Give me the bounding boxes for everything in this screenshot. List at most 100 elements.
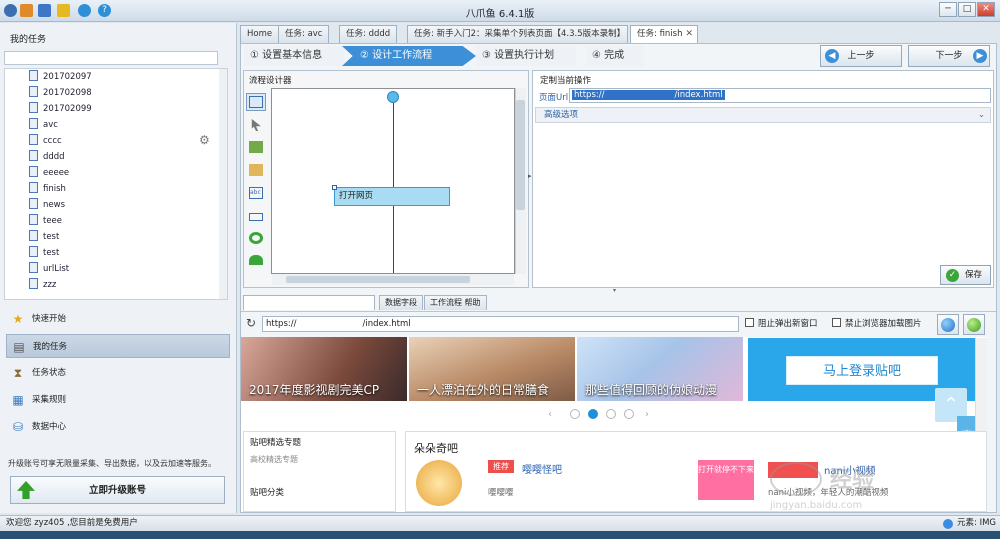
designer-title: 流程设计器 — [249, 76, 292, 86]
carousel-dot[interactable] — [606, 409, 616, 419]
edit-tool[interactable] — [246, 161, 266, 179]
tree-item[interactable]: teee — [29, 213, 62, 229]
tab-workflow-help[interactable]: 工作流程 帮助 — [424, 295, 487, 310]
tree-item[interactable]: test — [29, 245, 59, 261]
tree-item-label: zzz — [43, 280, 57, 290]
next-step-button[interactable]: 下一步 ▶ — [908, 45, 990, 67]
save-button[interactable]: ✓ 保存 — [940, 265, 991, 285]
step-finish[interactable]: ④ 完成 — [586, 46, 644, 66]
operation-panel-title: 定制当前操作 — [540, 76, 592, 86]
block-images-checkbox[interactable]: 禁止浏览器加载图片 — [832, 317, 922, 329]
scroll-thumb[interactable] — [516, 100, 525, 210]
advanced-options-label: 高级选项 — [544, 110, 579, 120]
globe-icon — [941, 318, 955, 332]
tree-item[interactable]: 201702097 — [29, 69, 92, 85]
step-number: ③ — [482, 50, 491, 61]
tree-item-label: news — [43, 200, 65, 210]
carousel-dot[interactable] — [570, 409, 580, 419]
browser-url-input[interactable]: https:// /index.html — [262, 316, 739, 332]
featured-topics-sub[interactable]: 高校精选专题 — [250, 454, 298, 465]
tree-item[interactable]: news — [29, 197, 65, 213]
tree-item[interactable]: zzz — [29, 277, 56, 293]
splitter-arrow-icon[interactable]: ▾ — [613, 287, 616, 294]
task-search-input[interactable] — [4, 51, 218, 65]
tab-task-dddd[interactable]: 任务: dddd — [339, 25, 398, 43]
pointer-tool[interactable] — [246, 116, 266, 134]
tree-item[interactable]: 201702099 — [29, 101, 92, 117]
tab-task-tutorial[interactable]: 任务: 新手入门2：采集单个列表页面【4.3.5版本录制】 — [407, 25, 628, 43]
tree-item[interactable]: cccc — [29, 133, 62, 149]
close-button[interactable]: ✕ — [977, 2, 995, 17]
loop-tool[interactable] — [246, 229, 266, 247]
nav-rules[interactable]: ▦ 采集规则 — [6, 388, 230, 412]
banner-item[interactable]: 2017年度影视剧完美CP — [241, 337, 407, 401]
gear-icon[interactable]: ⚙ — [199, 134, 211, 146]
refresh-icon[interactable]: ↻ — [246, 316, 256, 330]
step-number: ② — [360, 50, 369, 61]
carousel-dot[interactable] — [588, 409, 598, 419]
banner-caption: 一人漂泊在外的日常膳食 — [417, 383, 550, 397]
page-url-input[interactable]: https:// /index.html — [569, 88, 991, 103]
collapse-arrow-icon[interactable]: ▸ — [528, 172, 532, 180]
category-title: 贴吧分类 — [250, 488, 285, 498]
watermark-logo: 经验 jingyan.baidu.com — [770, 460, 970, 512]
sidebar-title: 我的任务 — [10, 35, 47, 45]
flow-node-open-page[interactable]: 打开网页 — [334, 187, 450, 206]
checkbox-box[interactable] — [832, 318, 841, 327]
upgrade-account-button[interactable]: 立即升级账号 — [10, 476, 225, 504]
tree-scrollbar[interactable] — [219, 69, 227, 299]
input-text-tool[interactable]: abc — [246, 184, 266, 202]
file-icon — [29, 198, 38, 209]
extract-data-tool[interactable] — [246, 138, 266, 156]
banner-item[interactable]: 一人漂泊在外的日常膳食 — [409, 337, 575, 401]
minimize-button[interactable]: ─ — [939, 2, 957, 17]
flow-start-icon[interactable] — [387, 91, 399, 103]
tab-task-finish[interactable]: 任务: finish ✕ — [630, 25, 698, 44]
browser-refresh-button[interactable] — [963, 314, 985, 335]
file-icon — [29, 182, 38, 193]
previous-step-button[interactable]: ◀ 上一步 — [820, 45, 902, 67]
tree-item[interactable]: dddd — [29, 149, 65, 165]
tree-item[interactable]: finish — [29, 181, 66, 197]
tree-item[interactable]: eeeee — [29, 165, 69, 181]
promo-image[interactable]: 打开就停不下来 — [698, 460, 754, 500]
tree-item[interactable]: avc — [29, 117, 58, 133]
tree-item[interactable]: urlList — [29, 261, 69, 277]
step-label: 设置执行计划 — [494, 50, 555, 61]
maximize-button[interactable]: □ — [958, 2, 976, 17]
tab-home[interactable]: Home — [240, 25, 280, 43]
tab-browser[interactable] — [243, 295, 375, 310]
selection-handle[interactable] — [332, 185, 337, 190]
checkbox-box[interactable] — [745, 318, 754, 327]
step-schedule[interactable]: ③ 设置执行计划 — [476, 46, 576, 66]
file-icon — [29, 118, 38, 129]
add-node-tool[interactable] — [246, 93, 266, 111]
globe-button[interactable] — [937, 314, 959, 335]
tab-task-avc[interactable]: 任务: avc — [278, 25, 330, 43]
scroll-thumb[interactable] — [286, 276, 470, 283]
carousel-dot[interactable] — [624, 409, 634, 419]
dropdown-tool[interactable] — [246, 207, 266, 225]
tree-item[interactable]: test — [29, 229, 59, 245]
file-icon — [29, 278, 38, 289]
tree-item[interactable]: 201702098 — [29, 85, 92, 101]
nav-my-tasks[interactable]: ▤ 我的任务 — [6, 334, 230, 358]
login-button[interactable]: 马上登录贴吧 — [786, 356, 938, 385]
nav-data-center[interactable]: ⛁ 数据中心 — [6, 415, 230, 439]
condition-tool[interactable] — [246, 252, 266, 266]
tab-data-fields[interactable]: 数据字段 — [379, 295, 423, 310]
advanced-options-row[interactable]: 高级选项 ⌄ — [535, 107, 991, 123]
step-design-workflow[interactable]: ② 设计工作流程 — [342, 46, 476, 66]
recommend-forum-link[interactable]: 嘤嘤怪吧 — [522, 461, 562, 476]
status-user: 欢迎您 zyz405 ,您目前是免费用户 — [6, 518, 138, 528]
nav-quick-start[interactable]: ★ 快速开始 — [6, 307, 230, 331]
forum-avatar[interactable] — [416, 460, 462, 506]
close-icon[interactable]: ✕ — [685, 26, 693, 43]
carousel-next-icon[interactable]: › — [645, 409, 649, 420]
block-popup-checkbox[interactable]: 阻止弹出新窗口 — [745, 317, 818, 329]
step-basic-info[interactable]: ① 设置基本信息 — [244, 46, 344, 66]
checkbox-label: 阻止弹出新窗口 — [758, 319, 818, 329]
checkbox-label: 禁止浏览器加载图片 — [845, 319, 922, 329]
nav-task-status[interactable]: ⧗ 任务状态 — [6, 361, 230, 385]
banner-item[interactable]: 那些值得回顾的伪娘动漫 — [577, 337, 743, 401]
